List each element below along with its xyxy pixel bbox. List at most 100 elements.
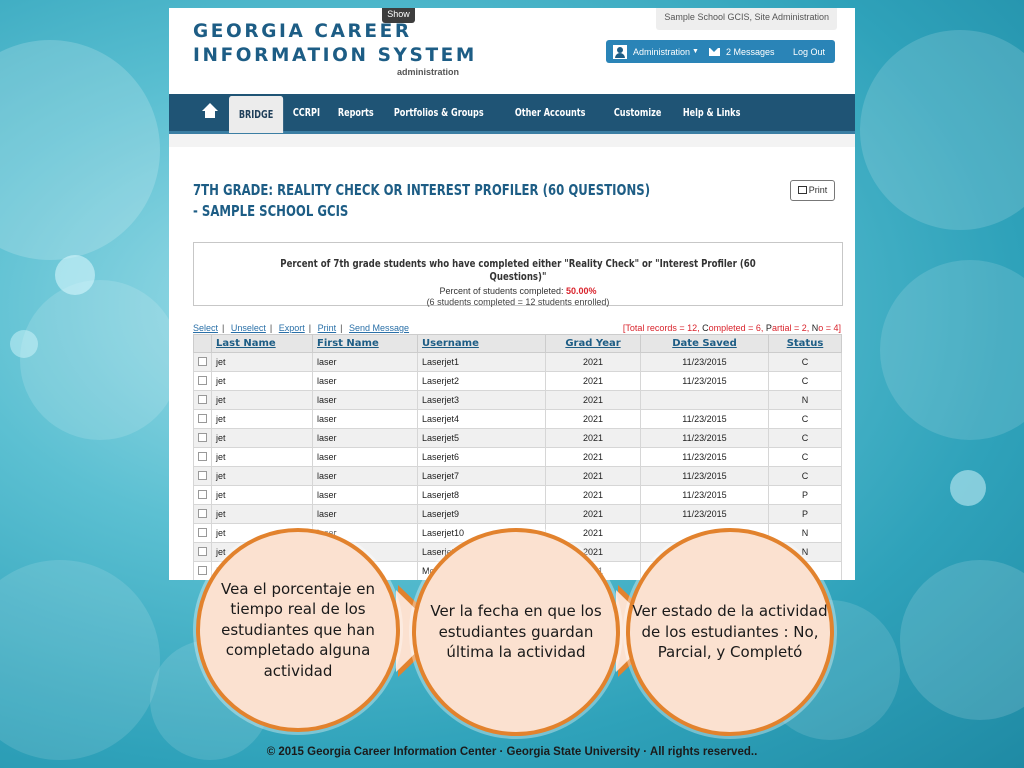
table-row: jet laser Laserjet3 2021 N (193, 390, 842, 410)
callout-3: Ver estado de la actividad de los estudi… (626, 528, 834, 736)
nav-item-help-links[interactable]: Help & Links (673, 94, 750, 131)
print-button-label: Print (808, 185, 828, 195)
row-checkbox[interactable] (198, 395, 207, 404)
first-name-cell: laser (312, 371, 418, 391)
nav-item-ccrpi[interactable]: CCRPI (283, 94, 330, 131)
unselect-link[interactable]: Unselect (231, 323, 266, 333)
grad-year-cell: 2021 (545, 409, 641, 429)
logout-link[interactable]: Log Out (793, 47, 825, 57)
date-saved-cell: 11/23/2015 (640, 466, 769, 486)
table-row: jet laser Laserjet6 2021 11/23/2015 C (193, 447, 842, 467)
date-saved-cell: 11/23/2015 (640, 447, 769, 467)
content-area: 7TH GRADE: REALITY CHECK OR INTEREST PRO… (169, 134, 855, 580)
last-name-cell: jet (211, 352, 313, 372)
table-row: jet laser Laserjet7 2021 11/23/2015 C (193, 466, 842, 486)
date-saved-cell: 11/23/2015 (640, 409, 769, 429)
row-select-cell (193, 485, 212, 505)
select-column-header (193, 334, 212, 353)
first-name-cell: laser (312, 428, 418, 448)
grad-year-cell: 2021 (545, 352, 641, 372)
row-checkbox[interactable] (198, 376, 207, 385)
grad-year-cell: 2021 (545, 371, 641, 391)
date-saved-cell (640, 390, 769, 410)
table-row: jet laser Laserjet4 2021 11/23/2015 C (193, 409, 842, 429)
nav-item-reports[interactable]: Reports (328, 94, 384, 131)
export-link[interactable]: Export (279, 323, 305, 333)
status-cell: C (768, 447, 842, 467)
date-saved-cell: 11/23/2015 (640, 371, 769, 391)
callout-1: Vea el porcentaje en tiempo real de los … (196, 528, 400, 732)
last-name-cell: jet (211, 485, 313, 505)
main-nav: BRIDGE CCRPI Reports Portfolios & Groups… (169, 94, 855, 134)
row-checkbox[interactable] (198, 490, 207, 499)
row-checkbox[interactable] (198, 509, 207, 518)
row-checkbox[interactable] (198, 566, 207, 575)
row-checkbox[interactable] (198, 528, 207, 537)
stats-heading: Percent of 7th grade students who have c… (280, 257, 756, 283)
first-name-cell: laser (312, 447, 418, 467)
status-cell: C (768, 352, 842, 372)
first-name-cell: laser (312, 466, 418, 486)
row-select-cell (193, 428, 212, 448)
row-checkbox[interactable] (198, 357, 207, 366)
row-select-cell (193, 390, 212, 410)
row-checkbox[interactable] (198, 433, 207, 442)
row-select-cell (193, 371, 212, 391)
print-button[interactable]: Print (790, 180, 835, 201)
table-row: jet laser Laserjet9 2021 11/23/2015 P (193, 504, 842, 524)
school-tag: Sample School GCIS, Site Administration (656, 8, 837, 30)
column-header-username[interactable]: Username (417, 334, 546, 353)
row-checkbox[interactable] (198, 452, 207, 461)
nav-item-bridge[interactable]: BRIDGE (229, 95, 284, 133)
admin-toolbar: Administration ▼ 2 Messages Log Out (606, 40, 835, 63)
date-saved-cell: 11/23/2015 (640, 352, 769, 372)
column-header-last-name[interactable]: Last Name (211, 334, 313, 353)
username-cell: Laserjet6 (417, 447, 546, 467)
stats-note: (6 students completed = 12 students enro… (426, 297, 610, 307)
callout-2: Ver la fecha en que los estudiantes guar… (412, 528, 620, 736)
nav-item-other-accounts[interactable]: Other Accounts (505, 94, 595, 131)
select-link[interactable]: Select (193, 323, 218, 333)
messages-link[interactable]: 2 Messages (726, 47, 775, 57)
last-name-cell: jet (211, 390, 313, 410)
status-cell: P (768, 485, 842, 505)
nav-item-portfolios-groups[interactable]: Portfolios & Groups (384, 94, 494, 131)
table-header-row: Last Name First Name Username Grad Year … (193, 334, 842, 353)
stats-percent-label: Percent of students completed: (439, 286, 564, 296)
stats-percent-line: Percent of students completed: 50.00% (194, 286, 842, 296)
grad-year-cell: 2021 (545, 447, 641, 467)
last-name-cell: jet (211, 371, 313, 391)
first-name-cell: laser (312, 409, 418, 429)
last-name-cell: jet (211, 504, 313, 524)
grad-year-cell: 2021 (545, 428, 641, 448)
grad-year-cell: 2021 (545, 504, 641, 524)
column-header-grad-year[interactable]: Grad Year (545, 334, 641, 353)
status-cell: C (768, 466, 842, 486)
column-header-status[interactable]: Status (768, 334, 842, 353)
grad-year-cell: 2021 (545, 485, 641, 505)
completion-stats-box: Percent of 7th grade students who have c… (193, 242, 843, 307)
administration-menu[interactable]: Administration (633, 47, 690, 57)
last-name-cell: jet (211, 428, 313, 448)
column-header-first-name[interactable]: First Name (312, 334, 418, 353)
date-saved-cell: 11/23/2015 (640, 504, 769, 524)
content-card: 7TH GRADE: REALITY CHECK OR INTEREST PRO… (169, 147, 855, 580)
row-checkbox[interactable] (198, 414, 207, 423)
username-cell: Laserjet1 (417, 352, 546, 372)
nav-item-customize[interactable]: Customize (604, 94, 671, 131)
date-saved-cell: 11/23/2015 (640, 428, 769, 448)
first-name-cell: laser (312, 352, 418, 372)
row-select-cell (193, 542, 212, 562)
grad-year-cell: 2021 (545, 390, 641, 410)
print-link[interactable]: Print (318, 323, 337, 333)
row-checkbox[interactable] (198, 471, 207, 480)
grad-year-cell: 2021 (545, 466, 641, 486)
row-checkbox[interactable] (198, 547, 207, 556)
column-header-date-saved[interactable]: Date Saved (640, 334, 769, 353)
row-select-cell (193, 504, 212, 524)
stats-percent-value: 50.00% (566, 286, 597, 296)
send-message-link[interactable]: Send Message (349, 323, 409, 333)
row-select-cell (193, 447, 212, 467)
home-icon[interactable] (200, 102, 220, 123)
chevron-down-icon: ▼ (692, 48, 699, 55)
